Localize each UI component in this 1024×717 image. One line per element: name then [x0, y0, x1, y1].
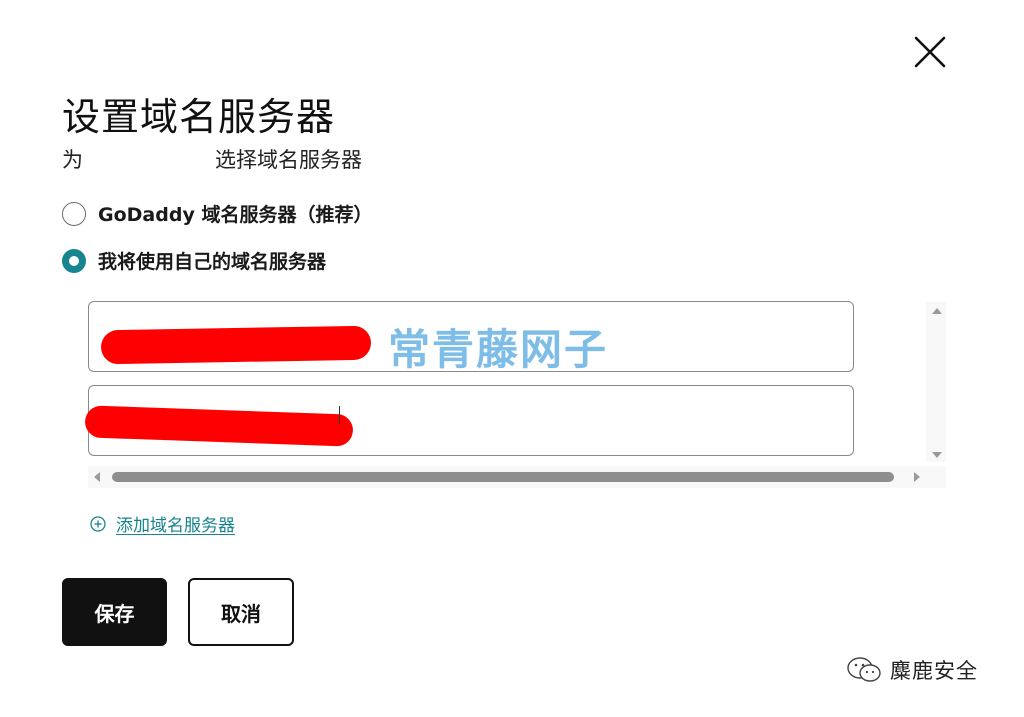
horizontal-scrollbar[interactable]: [88, 466, 946, 488]
subtitle-prefix: 为: [62, 148, 83, 172]
close-button[interactable]: [908, 30, 952, 74]
plus-circle-icon: [90, 515, 106, 532]
wechat-icon: [847, 657, 881, 682]
watermark-text: 常青藤网子: [388, 325, 609, 374]
scroll-up-icon[interactable]: [932, 308, 942, 314]
text-cursor: [339, 406, 340, 424]
cancel-button[interactable]: 取消: [188, 578, 294, 646]
option-label: GoDaddy 域名服务器（推荐）: [98, 204, 373, 226]
dialog-title: 设置域名服务器: [62, 95, 336, 139]
watermark-account-name: 麋鹿安全: [890, 659, 978, 683]
save-button[interactable]: 保存: [62, 578, 167, 646]
add-nameserver-label: 添加域名服务器: [116, 516, 235, 536]
close-icon: [914, 36, 946, 68]
option-godaddy-nameservers[interactable]: GoDaddy 域名服务器（推荐）: [62, 200, 372, 227]
vertical-scrollbar[interactable]: [926, 302, 946, 462]
corner-watermark: 麋鹿安全: [846, 655, 978, 685]
radio-unchecked[interactable]: [62, 201, 86, 226]
subtitle-suffix: 选择域名服务器: [215, 148, 362, 172]
scroll-right-icon[interactable]: [914, 472, 920, 482]
scroll-down-icon[interactable]: [932, 452, 942, 458]
scroll-left-icon[interactable]: [94, 472, 100, 482]
radio-checked[interactable]: [62, 248, 86, 273]
option-label: 我将使用自己的域名服务器: [98, 251, 327, 273]
nameserver-input-2[interactable]: [84, 385, 854, 456]
scrollbar-thumb[interactable]: [112, 472, 894, 482]
redaction-mark: [100, 325, 372, 365]
add-nameserver-link[interactable]: 添加域名服务器: [90, 511, 235, 536]
option-custom-nameservers[interactable]: 我将使用自己的域名服务器: [62, 247, 326, 274]
redaction-mark: [84, 405, 354, 447]
dialog-subtitle: 为 选择域名服务器: [62, 146, 362, 174]
